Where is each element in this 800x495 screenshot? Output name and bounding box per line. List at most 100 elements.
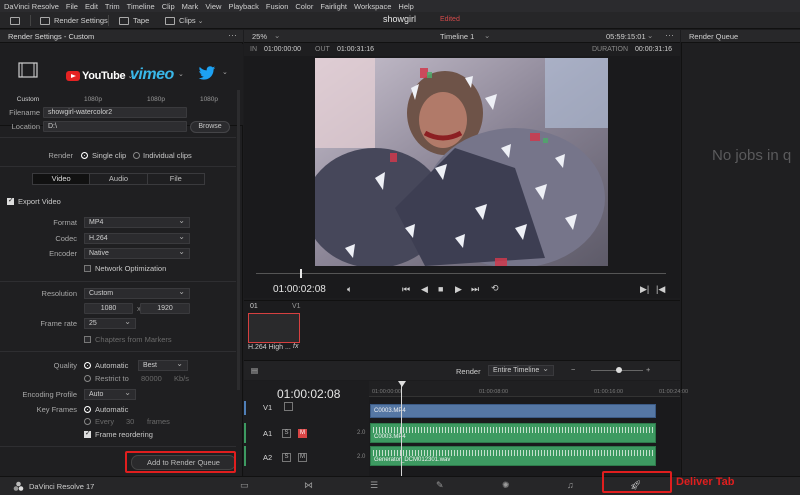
keyframes-every-label: Every — [95, 417, 115, 426]
menu-workspace[interactable]: Workspace — [354, 2, 391, 11]
timeline-playhead[interactable] — [401, 381, 402, 476]
menu-fairlight[interactable]: Fairlight — [320, 2, 347, 11]
ruler-tick-3: 01:00:24:00 — [659, 389, 689, 395]
menu-playback[interactable]: Playback — [228, 2, 258, 11]
restrict-to-radio[interactable] — [84, 375, 91, 382]
restrict-to-unit: Kb/s — [174, 374, 190, 383]
fusion-page-icon[interactable]: ✎ — [436, 480, 444, 491]
video-frame[interactable] — [315, 58, 608, 266]
menu-color[interactable]: Color — [295, 2, 313, 11]
color-page-icon[interactable]: ✺ — [502, 480, 510, 491]
lock-icon[interactable] — [284, 402, 293, 411]
menu-view[interactable]: View — [205, 2, 221, 11]
youtube-logo-icon: YouTube ⌄ — [66, 70, 133, 82]
format-label: Format — [53, 218, 77, 227]
solo-a1-button[interactable]: S — [282, 429, 291, 438]
play-reverse-icon[interactable]: ◀ — [421, 284, 428, 295]
tape-label: Tape — [133, 16, 150, 25]
encoding-profile-dropdown[interactable]: Auto — [84, 388, 136, 400]
network-optimization-checkbox[interactable] — [84, 265, 91, 272]
codec-dropdown[interactable]: H.264 — [84, 232, 190, 244]
quality-dropdown[interactable]: Best — [138, 359, 188, 371]
more-options-icon[interactable]: ··· — [228, 30, 237, 40]
keyframes-every-radio[interactable] — [84, 418, 91, 425]
cut-page-icon[interactable]: ⋈ — [304, 480, 313, 491]
keyframes-automatic-radio[interactable] — [84, 406, 91, 413]
timeline-name[interactable]: Timeline 1 — [440, 32, 474, 41]
zoom-dropdown[interactable]: 25% — [252, 32, 267, 41]
menu-file[interactable]: File — [66, 2, 78, 11]
frame-reordering-checkbox[interactable] — [84, 429, 91, 438]
menu-mark[interactable]: Mark — [182, 2, 199, 11]
audio-clip-a2[interactable]: Generator_DCM012301.wav — [370, 446, 656, 466]
timeline-ruler[interactable]: 01:00:00:00 01:00:08:00 01:00:16:00 01:0… — [369, 381, 688, 397]
in-out-bar: IN 01:00:00:00 OUT 01:00:31:16 DURATION … — [244, 43, 680, 56]
preset-vimeo-res: 1080p — [146, 96, 166, 103]
filename-field[interactable]: showgirl-watercolor2 — [43, 107, 187, 118]
jump-to-end-icon[interactable]: ⏭︎ — [471, 284, 479, 295]
loop-icon[interactable]: ⟲ — [491, 283, 499, 294]
clips-toggle[interactable]: Clips ⌄ — [165, 14, 204, 27]
menu-fusion[interactable]: Fusion — [266, 2, 289, 11]
tab-video[interactable]: Video — [33, 174, 91, 184]
viewer-scrub-head[interactable] — [300, 269, 302, 278]
settings-tabs: Video Audio File — [32, 173, 205, 185]
mute-a1-button[interactable]: M — [298, 429, 307, 438]
render-settings-title: Render Settings - Custom — [8, 32, 95, 41]
audio-clip-a1[interactable]: C0003.MP4 — [370, 423, 656, 443]
edit-page-icon[interactable]: ☰ — [370, 480, 378, 491]
menu-help[interactable]: Help — [398, 2, 413, 11]
resolution-height-field[interactable]: 1920 — [140, 303, 190, 314]
stop-icon[interactable]: ■ — [438, 284, 443, 294]
keyframes-every-value[interactable]: 30 — [126, 417, 134, 426]
resolution-dropdown[interactable]: Custom — [84, 287, 190, 299]
single-clip-radio[interactable] — [81, 152, 88, 159]
zoom-out-icon[interactable]: − — [571, 365, 575, 374]
viewer-scrubber[interactable] — [256, 273, 666, 274]
timeline-options-icon[interactable]: ▤ — [251, 366, 258, 375]
menu-clip[interactable]: Clip — [162, 2, 175, 11]
media-page-icon[interactable]: ▭ — [240, 480, 249, 491]
play-icon[interactable]: ▶ — [455, 284, 462, 295]
render-range-dropdown[interactable]: Entire Timeline — [488, 364, 554, 376]
individual-clips-radio[interactable] — [133, 152, 140, 159]
zoom-in-icon[interactable]: + — [646, 365, 650, 374]
next-edit-icon[interactable]: ▶| — [640, 284, 649, 295]
volume-icon[interactable]: 🔈︎ — [347, 284, 352, 295]
prev-edit-icon[interactable]: |◀ — [656, 284, 665, 295]
tab-audio[interactable]: Audio — [90, 174, 148, 184]
keyframes-every-unit: frames — [147, 417, 170, 426]
tape-toggle[interactable]: Tape — [119, 14, 149, 27]
encoder-dropdown[interactable]: Native — [84, 247, 190, 259]
more-options-icon[interactable]: ··· — [665, 30, 674, 40]
chevron-down-icon: ⌄ — [647, 31, 654, 40]
render-settings-toggle[interactable]: Render Settings — [40, 14, 108, 27]
browse-button[interactable]: Browse — [190, 121, 230, 133]
video-clip[interactable]: C0003.MP4 — [370, 404, 656, 418]
fairlight-page-icon[interactable]: ♫ — [567, 480, 574, 490]
render-queue-empty: No jobs in q — [712, 147, 792, 164]
menu-timeline[interactable]: Timeline — [127, 2, 155, 11]
quality-automatic-radio[interactable] — [84, 362, 91, 369]
zoom-slider-handle[interactable] — [616, 367, 622, 373]
format-dropdown[interactable]: MP4 — [84, 216, 190, 228]
chapters-checkbox[interactable] — [84, 336, 91, 343]
solo-a2-button[interactable]: S — [282, 453, 291, 462]
location-field[interactable]: D:\ — [43, 121, 187, 132]
clips-icon — [165, 16, 175, 25]
framerate-dropdown[interactable]: 25 — [84, 317, 136, 329]
menu-trim[interactable]: Trim — [105, 2, 120, 11]
tab-file[interactable]: File — [148, 174, 204, 184]
settings-scrollbar[interactable] — [237, 90, 240, 390]
restrict-to-value[interactable]: 80000 — [141, 374, 162, 383]
clip-thumbnail[interactable] — [248, 313, 300, 343]
mute-a2-button[interactable]: M — [298, 453, 307, 462]
preset-twitter[interactable]: ⌄ 1080p — [186, 52, 232, 122]
monitor-icon-button[interactable] — [10, 14, 24, 27]
jump-to-start-icon[interactable]: ⏮︎ — [402, 284, 410, 295]
menu-davinci[interactable]: DaVinci Resolve — [4, 2, 59, 11]
resolution-width-field[interactable]: 1080 — [84, 303, 133, 314]
menu-edit[interactable]: Edit — [85, 2, 98, 11]
export-video-checkbox[interactable] — [7, 196, 14, 205]
playhead-marker[interactable] — [398, 381, 406, 387]
